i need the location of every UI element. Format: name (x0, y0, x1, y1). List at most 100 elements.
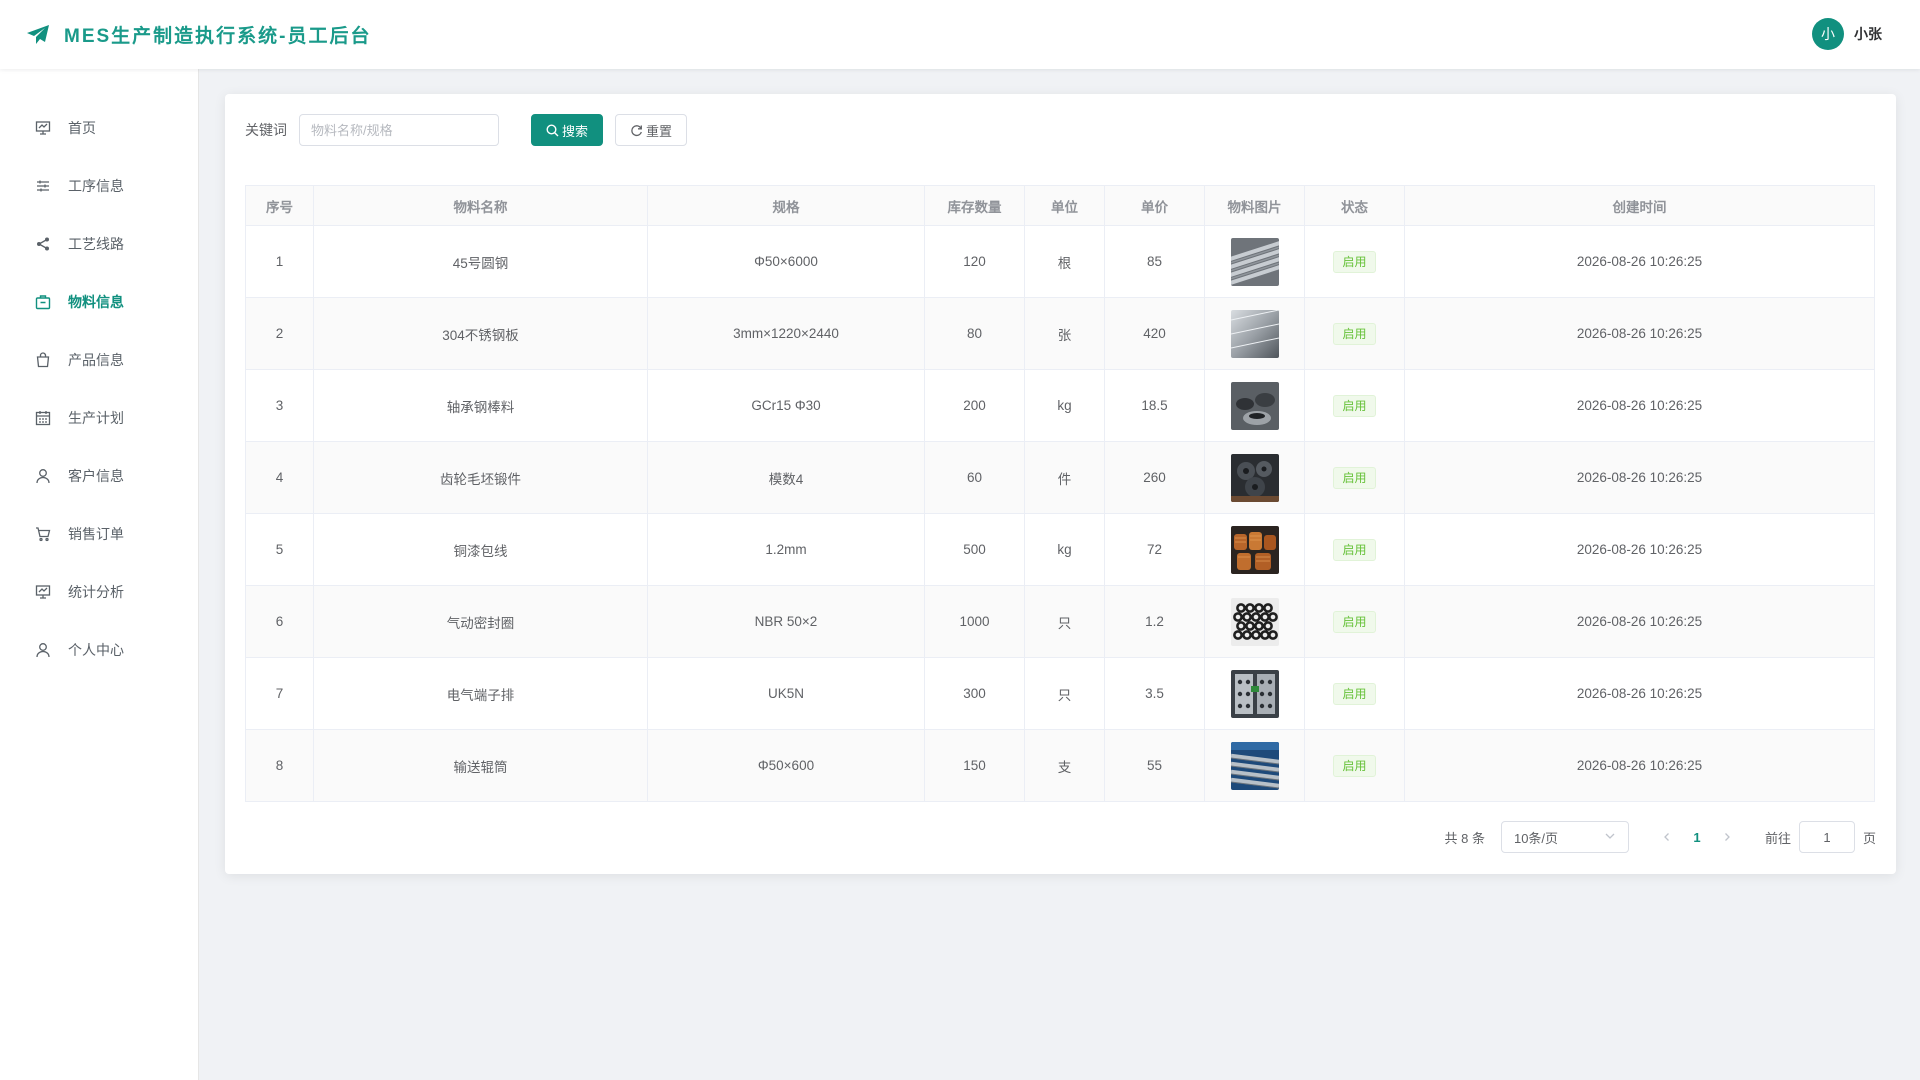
status-badge: 启用 (1333, 538, 1376, 561)
sidebar-menu: 首页 工序信息 工艺线路 物料信息 产品信息 生产计划 客户信息 销售订单 统计… (0, 69, 198, 679)
cell-no: 4 (245, 441, 314, 514)
sidebar-item-label: 首页 (68, 120, 96, 136)
app-title: MES生产制造执行系统-员工后台 (64, 26, 372, 47)
column-header: 库存数量 (924, 185, 1025, 226)
chevron-left-icon (1664, 833, 1669, 841)
sidebar-item-route[interactable]: 工艺线路 (0, 215, 198, 273)
status-badge: 启用 (1333, 682, 1376, 705)
cell-spec: NBR 50×2 (647, 585, 925, 658)
status-badge: 启用 (1333, 466, 1376, 489)
sidebar-item-label: 客户信息 (68, 468, 124, 484)
cell-name: 45号圆钢 (313, 225, 648, 298)
user-icon (34, 641, 52, 659)
sidebar-item-home[interactable]: 首页 (0, 99, 198, 157)
cell-qty: 300 (924, 657, 1025, 730)
cell-spec: Φ50×6000 (647, 225, 925, 298)
sidebar-item-material[interactable]: 物料信息 (0, 273, 198, 331)
sidebar-item-profile[interactable]: 个人中心 (0, 621, 198, 679)
material-image[interactable] (1230, 237, 1279, 286)
sidebar: 首页 工序信息 工艺线路 物料信息 产品信息 生产计划 客户信息 销售订单 统计… (0, 69, 199, 1080)
page-size-select[interactable]: 10条/页 (1500, 821, 1629, 853)
pagination: 共 8 条 10条/页 1 前往 页 (1445, 821, 1876, 853)
cell-unit: kg (1024, 513, 1105, 586)
material-image[interactable] (1230, 669, 1279, 718)
material-image[interactable] (1230, 381, 1279, 430)
search-button[interactable]: 搜索 (531, 114, 604, 146)
chevron-right-icon (1725, 833, 1730, 841)
cell-qty: 1000 (924, 585, 1025, 658)
user-menu[interactable]: 小 小张 (1812, 18, 1882, 50)
next-page-button[interactable] (1713, 823, 1741, 851)
cell-no: 2 (245, 297, 314, 370)
column-header: 状态 (1304, 185, 1405, 226)
sidebar-item-process[interactable]: 工序信息 (0, 157, 198, 215)
goto-page-input[interactable] (1798, 821, 1855, 853)
paper-plane-icon (26, 23, 50, 47)
avatar[interactable]: 小 (1812, 18, 1844, 50)
sidebar-item-customer[interactable]: 客户信息 (0, 447, 198, 505)
sidebar-item-label: 工艺线路 (68, 236, 124, 252)
search-icon (546, 123, 559, 137)
cell-spec: 3mm×1220×2440 (647, 297, 925, 370)
cell-price: 72 (1104, 513, 1205, 586)
material-image[interactable] (1230, 309, 1279, 358)
cell-created: 2026-08-26 10:26:25 (1404, 369, 1875, 442)
reset-button-label: 重置 (646, 123, 673, 139)
cell-name: 304不锈钢板 (313, 297, 648, 370)
page-number[interactable]: 1 (1681, 823, 1713, 851)
user-name[interactable]: 小张 (1854, 24, 1882, 44)
table-row[interactable]: 3 轴承钢棒料 GCr15 Φ30 200 kg 18.5 启用 2026-08… (245, 369, 1875, 442)
column-header: 序号 (245, 185, 314, 226)
cell-price: 260 (1104, 441, 1205, 514)
status-badge: 启用 (1333, 394, 1376, 417)
cell-no: 1 (245, 225, 314, 298)
cell-price: 85 (1104, 225, 1205, 298)
sidebar-item-plan[interactable]: 生产计划 (0, 389, 198, 447)
material-list-card: 关键词 搜索 重置 序号 物料名称 规格 库存数量 单位 单价 (225, 94, 1896, 874)
cell-created: 2026-08-26 10:26:25 (1404, 585, 1875, 658)
cell-name: 电气端子排 (313, 657, 648, 730)
keyword-input[interactable] (299, 114, 499, 146)
cell-created: 2026-08-26 10:26:25 (1404, 729, 1875, 802)
sidebar-item-product[interactable]: 产品信息 (0, 331, 198, 389)
cell-name: 齿轮毛坯锻件 (313, 441, 648, 514)
chevron-down-icon (1604, 830, 1616, 845)
sidebar-item-label: 生产计划 (68, 410, 124, 426)
material-image[interactable] (1230, 741, 1279, 790)
material-image[interactable] (1230, 525, 1279, 574)
column-header: 规格 (647, 185, 925, 226)
table-row[interactable]: 1 45号圆钢 Φ50×6000 120 根 85 启用 2026-08-26 … (245, 225, 1875, 298)
cell-no: 5 (245, 513, 314, 586)
table-row[interactable]: 6 气动密封圈 NBR 50×2 1000 只 1.2 启用 2026-08-2… (245, 585, 1875, 658)
sidebar-item-label: 物料信息 (68, 294, 124, 310)
cell-qty: 60 (924, 441, 1025, 514)
page-suffix: 页 (1862, 830, 1876, 846)
sidebar-item-stats[interactable]: 统计分析 (0, 563, 198, 621)
reset-button[interactable]: 重置 (615, 114, 688, 146)
prev-page-button[interactable] (1653, 823, 1681, 851)
cell-spec: UK5N (647, 657, 925, 730)
sidebar-item-order[interactable]: 销售订单 (0, 505, 198, 563)
table-row[interactable]: 4 齿轮毛坯锻件 模数4 60 件 260 启用 2026-08-26 10:2… (245, 441, 1875, 514)
cell-qty: 500 (924, 513, 1025, 586)
material-image[interactable] (1230, 597, 1279, 646)
search-button-label: 搜索 (562, 123, 589, 139)
table-row[interactable]: 7 电气端子排 UK5N 300 只 3.5 启用 2026-08-26 10:… (245, 657, 1875, 730)
material-image[interactable] (1230, 453, 1279, 502)
cell-created: 2026-08-26 10:26:25 (1404, 297, 1875, 370)
goto-label: 前往 (1764, 830, 1791, 846)
column-header: 创建时间 (1404, 185, 1875, 226)
column-header: 物料图片 (1204, 185, 1305, 226)
status-badge: 启用 (1333, 250, 1376, 273)
cell-created: 2026-08-26 10:26:25 (1404, 441, 1875, 514)
cell-unit: 支 (1024, 729, 1105, 802)
table-row[interactable]: 5 铜漆包线 1.2mm 500 kg 72 启用 2026-08-26 10:… (245, 513, 1875, 586)
top-header: MES生产制造执行系统-员工后台 小 小张 (0, 0, 1920, 69)
cell-created: 2026-08-26 10:26:25 (1404, 225, 1875, 298)
cell-price: 18.5 (1104, 369, 1205, 442)
cell-name: 输送辊筒 (313, 729, 648, 802)
cell-qty: 80 (924, 297, 1025, 370)
logo[interactable]: MES生产制造执行系统-员工后台 (26, 21, 372, 48)
table-row[interactable]: 2 304不锈钢板 3mm×1220×2440 80 张 420 启用 2026… (245, 297, 1875, 370)
table-row[interactable]: 8 输送辊筒 Φ50×600 150 支 55 启用 2026-08-26 10… (245, 729, 1875, 802)
